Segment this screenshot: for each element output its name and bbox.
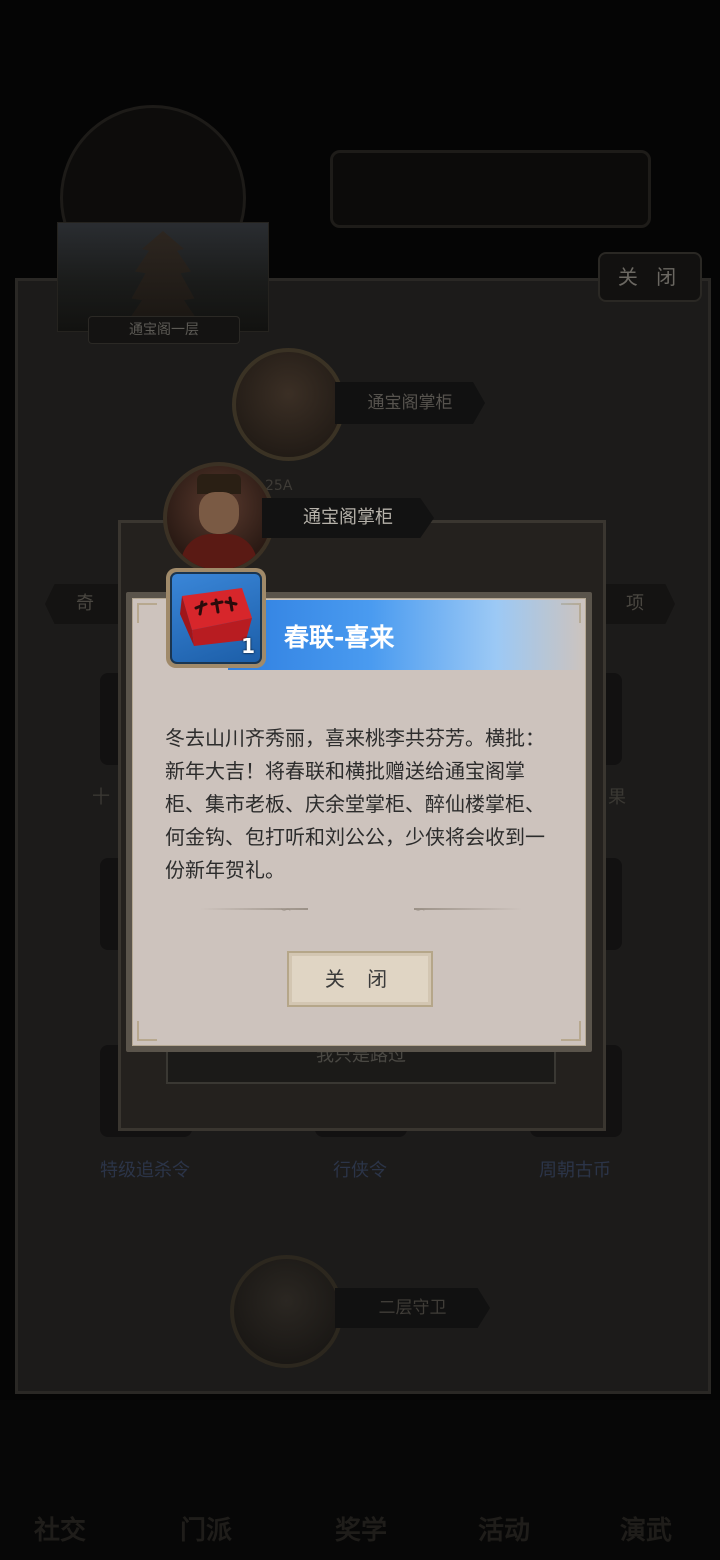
divider-left [200, 908, 308, 910]
corner-ornament [137, 603, 157, 623]
nav-item: 演武 [620, 1516, 673, 1546]
npc-name-shopkeeper: 通宝阁掌柜 [335, 382, 485, 424]
npc-portrait-guard [230, 1255, 343, 1368]
top-banner [330, 150, 651, 228]
npc-name-guard: 二层守卫 [335, 1288, 490, 1328]
nav-item: 社交 [34, 1516, 87, 1546]
close-button[interactable]: 关 闭 [287, 951, 433, 1007]
npc-portrait-shopkeeper [232, 348, 345, 461]
pagoda-image [128, 231, 198, 321]
item-description: 冬去山川齐秀丽，喜来桃李共芬芳。横批：新年大吉！将春联和横批赠送给通宝阁掌柜、集… [165, 726, 545, 882]
portrait-hat [197, 474, 241, 494]
nav-item: 奖学 [335, 1516, 388, 1546]
floor-label: 通宝阁一层 [88, 316, 240, 344]
background-close-button: 关 闭 [598, 252, 702, 302]
grid-label-partial-left: 十 [92, 787, 110, 808]
red-couplet-icon: 1 [170, 572, 262, 664]
nav-item: 门派 [180, 1516, 233, 1546]
divider-flourish: ∽ [414, 902, 426, 918]
grid-label: 行侠令 [333, 1160, 387, 1181]
item-title: 春联-喜来 [284, 623, 395, 652]
item-title-bar [228, 600, 586, 670]
tab-right: 项 [595, 584, 675, 624]
divider-flourish: ∽ [280, 902, 292, 918]
corner-ornament [561, 1021, 581, 1041]
shopkeeper-portrait [163, 462, 275, 574]
portrait-face [199, 492, 239, 534]
background-stats: 25A [265, 478, 293, 494]
tab-left: 奇 [45, 584, 125, 624]
nav-item: 活动 [478, 1516, 531, 1546]
grid-label-partial-right: 果 [608, 787, 626, 808]
grid-label: 周朝古币 [539, 1160, 611, 1181]
grid-label: 特级追杀令 [100, 1160, 190, 1181]
item-icon-frame: 1 [166, 568, 266, 668]
shopkeeper-name-tag: 通宝阁掌柜 [262, 498, 434, 538]
item-quantity: 1 [241, 634, 255, 658]
corner-ornament [137, 1021, 157, 1041]
divider-right [414, 908, 522, 910]
